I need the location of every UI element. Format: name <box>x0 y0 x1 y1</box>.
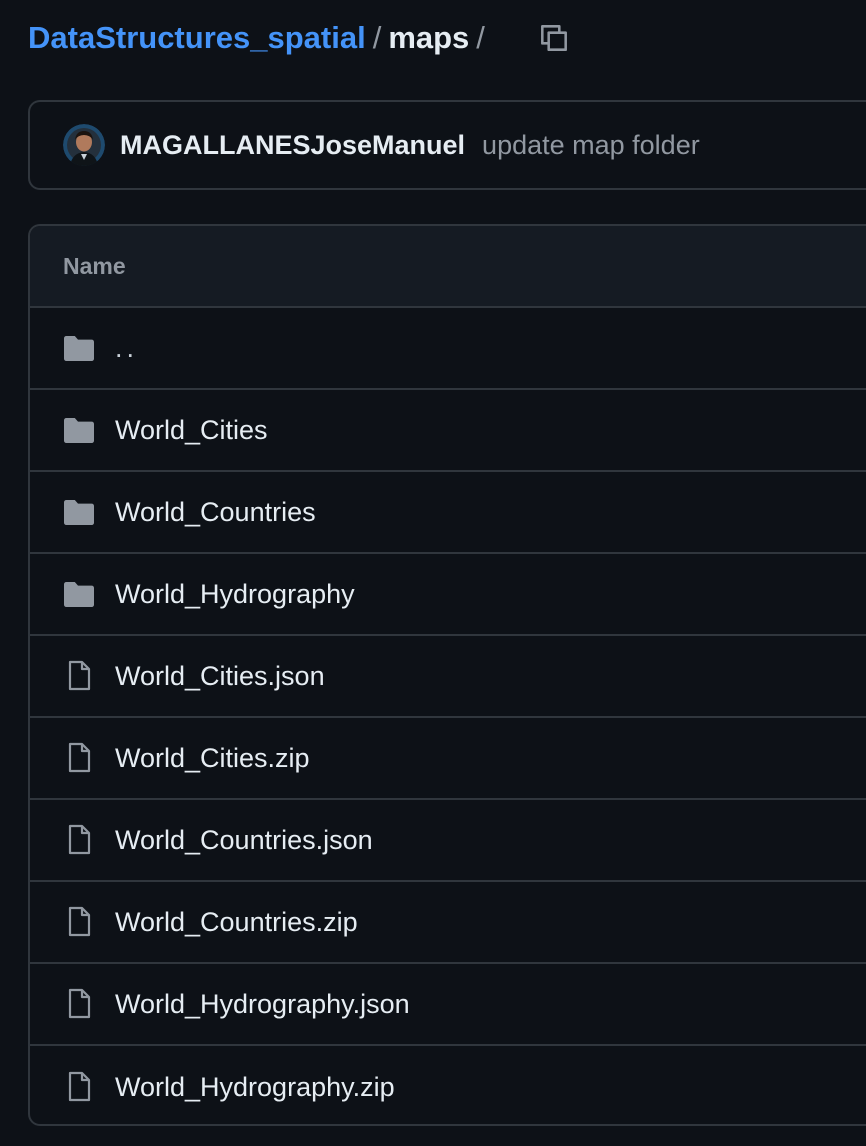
file-table: Name .. World_Cities World_Countries World_… <box>28 224 866 1126</box>
file-row[interactable]: World_Hydrography.zip <box>30 1046 866 1124</box>
file-name-link[interactable]: World_Countries.zip <box>115 907 358 938</box>
folder-icon <box>61 578 97 610</box>
file-icon <box>61 1071 97 1103</box>
copy-path-button[interactable] <box>530 14 578 62</box>
breadcrumb-separator: / <box>372 20 382 55</box>
file-name-link[interactable]: World_Cities.zip <box>115 743 310 774</box>
file-row[interactable]: World_Countries <box>30 472 866 554</box>
file-row[interactable]: World_Countries.zip <box>30 882 866 964</box>
file-icon <box>61 742 97 774</box>
file-row[interactable]: World_Hydrography.json <box>30 964 866 1046</box>
latest-commit-bar: MAGALLANESJoseManuel update map folder <box>28 100 866 190</box>
file-name-link[interactable]: World_Cities <box>115 415 268 446</box>
file-row[interactable]: World_Cities.zip <box>30 718 866 800</box>
file-name-link[interactable]: World_Cities.json <box>115 661 325 692</box>
file-icon <box>61 824 97 856</box>
file-row[interactable]: World_Hydrography <box>30 554 866 636</box>
file-name-link[interactable]: .. <box>115 333 138 364</box>
file-list: .. World_Cities World_Countries World_Hydro… <box>30 308 866 1124</box>
commit-author-link[interactable]: MAGALLANESJoseManuel <box>120 130 465 161</box>
avatar-icon <box>63 124 105 166</box>
table-header: Name <box>30 226 866 308</box>
file-row[interactable]: World_Cities.json <box>30 636 866 718</box>
folder-icon <box>61 496 97 528</box>
file-name-link[interactable]: World_Countries.json <box>115 825 373 856</box>
file-name-link[interactable]: World_Hydrography <box>115 579 355 610</box>
breadcrumb: DataStructures_spatial / maps / <box>28 14 492 62</box>
file-icon <box>61 906 97 938</box>
copy-icon <box>541 25 567 51</box>
commit-message-link[interactable]: update map folder <box>482 130 700 161</box>
file-name-link[interactable]: World_Countries <box>115 497 316 528</box>
breadcrumb-current-folder: maps <box>388 20 470 55</box>
file-row[interactable]: World_Cities <box>30 390 866 472</box>
file-name-link[interactable]: World_Hydrography.zip <box>115 1072 395 1103</box>
file-row[interactable]: World_Countries.json <box>30 800 866 882</box>
breadcrumb-repo-link[interactable]: DataStructures_spatial <box>28 20 366 56</box>
parent-directory-row[interactable]: .. <box>30 308 866 390</box>
column-header-name: Name <box>63 252 126 279</box>
file-name-link[interactable]: World_Hydrography.json <box>115 989 410 1020</box>
folder-icon <box>61 414 97 446</box>
breadcrumb-trailing-separator: / <box>476 20 485 55</box>
folder-icon <box>61 332 97 364</box>
author-avatar[interactable] <box>63 124 105 166</box>
file-icon <box>61 988 97 1020</box>
file-icon <box>61 660 97 692</box>
